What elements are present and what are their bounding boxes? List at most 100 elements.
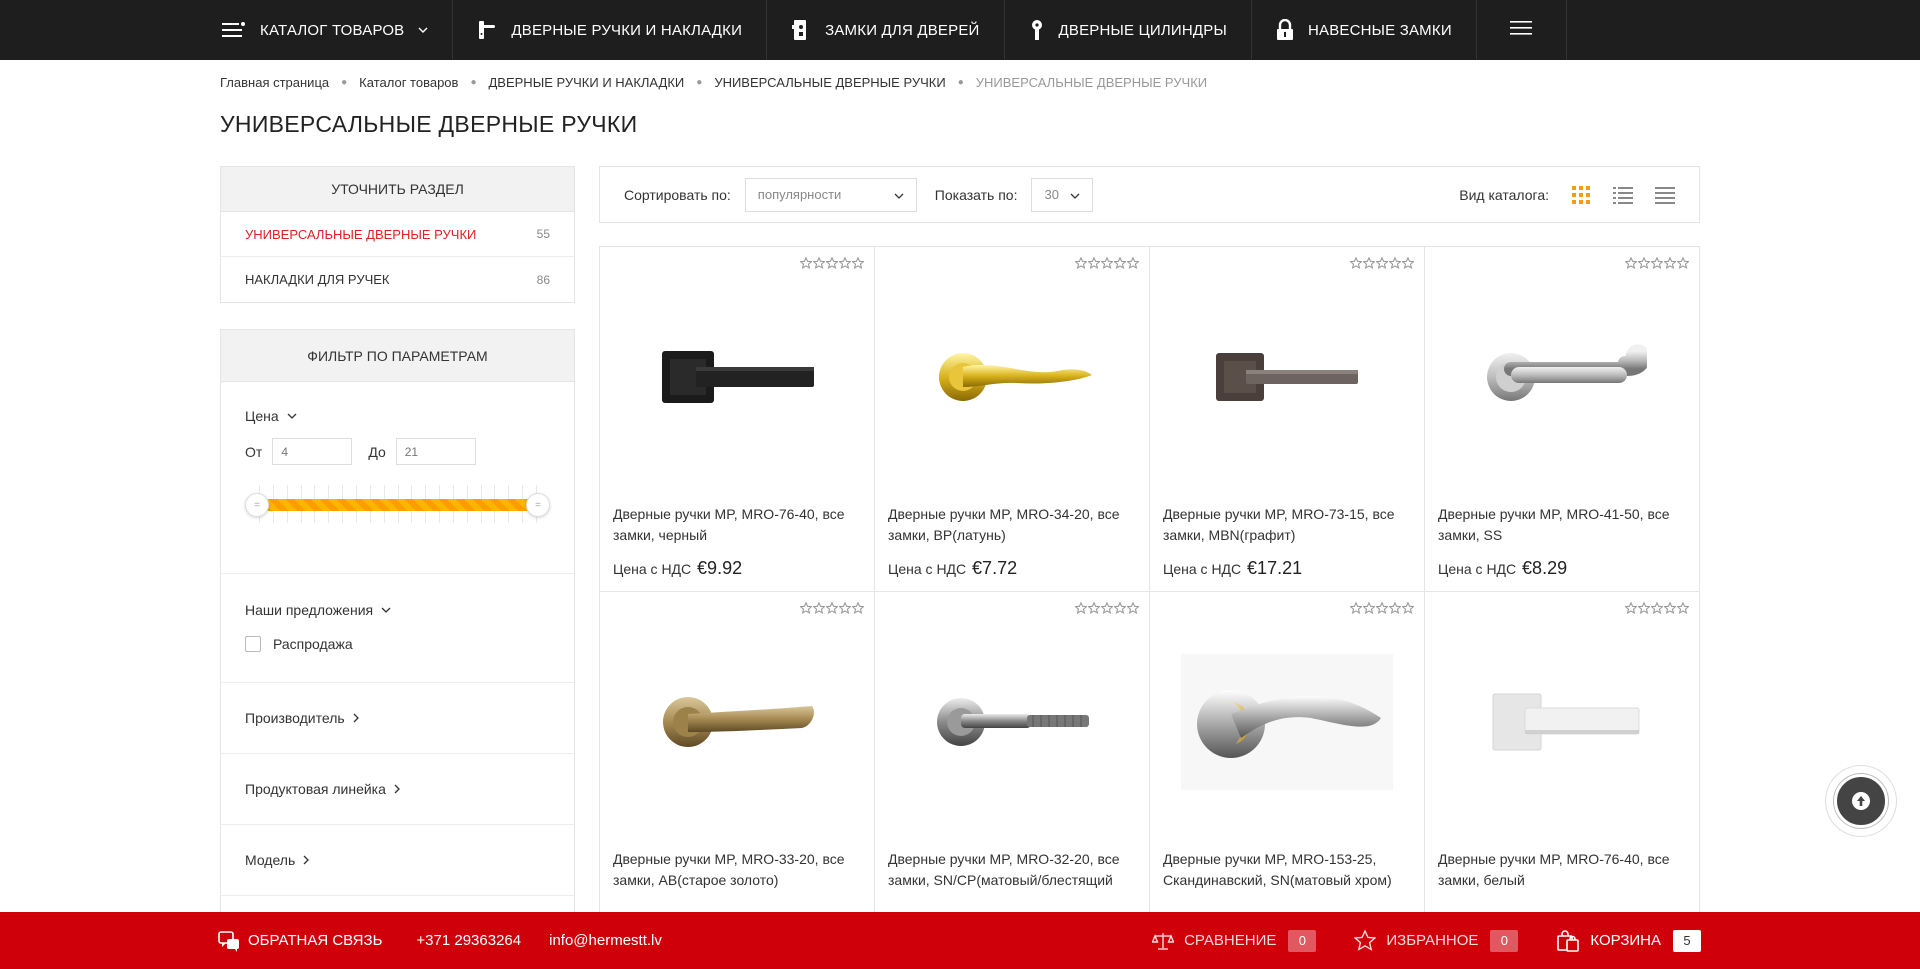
- feedback-button[interactable]: ОБРАТНАЯ СВЯЗЬ: [218, 930, 382, 952]
- filter-manufacturer-toggle[interactable]: Производитель: [245, 710, 359, 726]
- star-outline-icon[interactable]: [1363, 602, 1375, 614]
- star-outline-icon[interactable]: [1363, 257, 1375, 269]
- product-name[interactable]: Дверные ручки MP, MRO-73-15, все замки, …: [1163, 504, 1410, 546]
- star-outline-icon[interactable]: [1664, 257, 1676, 269]
- rating-stars[interactable]: [799, 257, 864, 269]
- product-card[interactable]: Дверные ручки MP, MRO-33-20, все замки, …: [600, 592, 875, 937]
- product-image-handle-black[interactable]: [600, 277, 874, 477]
- scroll-to-top-button[interactable]: [1826, 766, 1896, 836]
- section-item-handle-plates[interactable]: НАКЛАДКИ ДЛЯ РУЧЕК 86: [221, 257, 574, 302]
- sale-checkbox-row[interactable]: Распродажа: [245, 636, 550, 652]
- rating-stars[interactable]: [1074, 257, 1139, 269]
- star-outline-icon[interactable]: [1677, 602, 1689, 614]
- product-card[interactable]: Дверные ручки MP, MRO-73-15, все замки, …: [1150, 247, 1425, 592]
- sort-select[interactable]: популярности: [744, 177, 917, 212]
- star-outline-icon[interactable]: [1638, 257, 1650, 269]
- email-link[interactable]: info@hermestt.lv: [549, 932, 662, 949]
- rating-stars[interactable]: [1624, 257, 1689, 269]
- price-from-input[interactable]: [272, 438, 353, 465]
- product-name[interactable]: Дверные ручки MP, MRO-32-20, все замки, …: [888, 849, 1135, 891]
- star-outline-icon[interactable]: [1651, 602, 1663, 614]
- star-outline-icon[interactable]: [1625, 602, 1637, 614]
- table-view-icon[interactable]: [1655, 186, 1675, 204]
- price-slider[interactable]: = =: [245, 479, 550, 523]
- star-outline-icon[interactable]: [1638, 602, 1650, 614]
- star-outline-icon[interactable]: [1389, 257, 1401, 269]
- product-image-handle-steel[interactable]: [1425, 277, 1699, 477]
- filter-model-toggle[interactable]: Модель: [245, 852, 310, 868]
- star-outline-icon[interactable]: [839, 257, 851, 269]
- section-item-universal-handles[interactable]: УНИВЕРСАЛЬНЫЕ ДВЕРНЫЕ РУЧКИ 55: [221, 212, 574, 257]
- star-outline-icon[interactable]: [1101, 602, 1113, 614]
- star-outline-icon[interactable]: [1127, 602, 1139, 614]
- filter-offers-toggle[interactable]: Наши предложения: [245, 602, 550, 618]
- star-outline-icon[interactable]: [800, 602, 812, 614]
- filter-manufacturer-section[interactable]: Производитель: [221, 683, 574, 754]
- nav-cylinders[interactable]: ДВЕРНЫЕ ЦИЛИНДРЫ: [1005, 0, 1252, 60]
- product-card[interactable]: Дверные ручки MP, MRO-76-40, все замки, …: [1425, 592, 1700, 937]
- price-to-input[interactable]: [395, 438, 476, 465]
- grid-view-icon[interactable]: [1571, 185, 1591, 205]
- star-outline-icon[interactable]: [1088, 257, 1100, 269]
- star-outline-icon[interactable]: [826, 257, 838, 269]
- show-select[interactable]: 30: [1031, 177, 1094, 212]
- star-outline-icon[interactable]: [813, 602, 825, 614]
- nav-door-handles[interactable]: ДВЕРНЫЕ РУЧКИ И НАКЛАДКИ: [453, 0, 768, 60]
- breadcrumb-catalog[interactable]: Каталог товаров: [359, 75, 458, 91]
- star-outline-icon[interactable]: [1114, 257, 1126, 269]
- star-outline-icon[interactable]: [800, 257, 812, 269]
- list-view-icon[interactable]: [1613, 186, 1633, 204]
- star-outline-icon[interactable]: [852, 602, 864, 614]
- product-image-handle-brass[interactable]: [875, 277, 1149, 477]
- filter-price-toggle[interactable]: Цена: [245, 408, 550, 424]
- star-outline-icon[interactable]: [1651, 257, 1663, 269]
- star-outline-icon[interactable]: [1625, 257, 1637, 269]
- product-image-handle-scandinavian[interactable]: [1150, 622, 1424, 822]
- price-slider-track[interactable]: [255, 499, 540, 511]
- product-name[interactable]: Дверные ручки MP, MRO-76-40, все замки, …: [1438, 849, 1685, 891]
- star-outline-icon[interactable]: [1114, 602, 1126, 614]
- price-slider-handle-max[interactable]: =: [526, 493, 550, 517]
- favorites-button[interactable]: ИЗБРАННОЕ 0: [1354, 929, 1519, 952]
- product-card[interactable]: Дверные ручки MP, MRO-76-40, все замки, …: [600, 247, 875, 592]
- product-card[interactable]: Дверные ручки MP, MRO-153-25, Скандинавс…: [1150, 592, 1425, 937]
- filter-model-section[interactable]: Модель: [221, 825, 574, 896]
- product-image-handle-satin-chrome[interactable]: [875, 622, 1149, 822]
- star-outline-icon[interactable]: [826, 602, 838, 614]
- star-outline-icon[interactable]: [1376, 257, 1388, 269]
- product-name[interactable]: Дверные ручки MP, MRO-41-50, все замки, …: [1438, 504, 1685, 546]
- star-outline-icon[interactable]: [1075, 602, 1087, 614]
- product-card[interactable]: Дверные ручки MP, MRO-34-20, все замки, …: [875, 247, 1150, 592]
- star-outline-icon[interactable]: [852, 257, 864, 269]
- star-outline-icon[interactable]: [1101, 257, 1113, 269]
- star-outline-icon[interactable]: [1350, 602, 1362, 614]
- sale-checkbox[interactable]: [245, 636, 261, 652]
- star-outline-icon[interactable]: [813, 257, 825, 269]
- star-outline-icon[interactable]: [1088, 602, 1100, 614]
- product-card[interactable]: Дверные ручки MP, MRO-41-50, все замки, …: [1425, 247, 1700, 592]
- nav-catalog[interactable]: КАТАЛОГ ТОВАРОВ: [204, 0, 454, 60]
- price-slider-handle-min[interactable]: =: [245, 493, 269, 517]
- breadcrumb-door-handles[interactable]: ДВЕРНЫЕ РУЧКИ И НАКЛАДКИ: [488, 75, 684, 91]
- rating-stars[interactable]: [1349, 602, 1414, 614]
- filter-product-line-toggle[interactable]: Продуктовая линейка: [245, 781, 400, 797]
- phone-link[interactable]: +371 29363264: [416, 932, 521, 949]
- cart-button[interactable]: КОРЗИНА 5: [1556, 929, 1701, 953]
- star-outline-icon[interactable]: [1677, 257, 1689, 269]
- star-outline-icon[interactable]: [1664, 602, 1676, 614]
- product-image-handle-white[interactable]: [1425, 622, 1699, 822]
- star-outline-icon[interactable]: [1402, 257, 1414, 269]
- product-image-handle-graphite[interactable]: [1150, 277, 1424, 477]
- product-image-handle-antique-brass[interactable]: [600, 622, 874, 822]
- product-name[interactable]: Дверные ручки MP, MRO-153-25, Скандинавс…: [1163, 849, 1410, 891]
- rating-stars[interactable]: [799, 602, 864, 614]
- product-name[interactable]: Дверные ручки MP, MRO-34-20, все замки, …: [888, 504, 1135, 546]
- filter-product-line-section[interactable]: Продуктовая линейка: [221, 754, 574, 825]
- nav-padlocks[interactable]: НАВЕСНЫЕ ЗАМКИ: [1252, 0, 1477, 60]
- nav-more-button[interactable]: [1477, 0, 1567, 60]
- star-outline-icon[interactable]: [1389, 602, 1401, 614]
- product-name[interactable]: Дверные ручки MP, MRO-76-40, все замки, …: [613, 504, 860, 546]
- star-outline-icon[interactable]: [1376, 602, 1388, 614]
- star-outline-icon[interactable]: [1075, 257, 1087, 269]
- product-card[interactable]: Дверные ручки MP, MRO-32-20, все замки, …: [875, 592, 1150, 937]
